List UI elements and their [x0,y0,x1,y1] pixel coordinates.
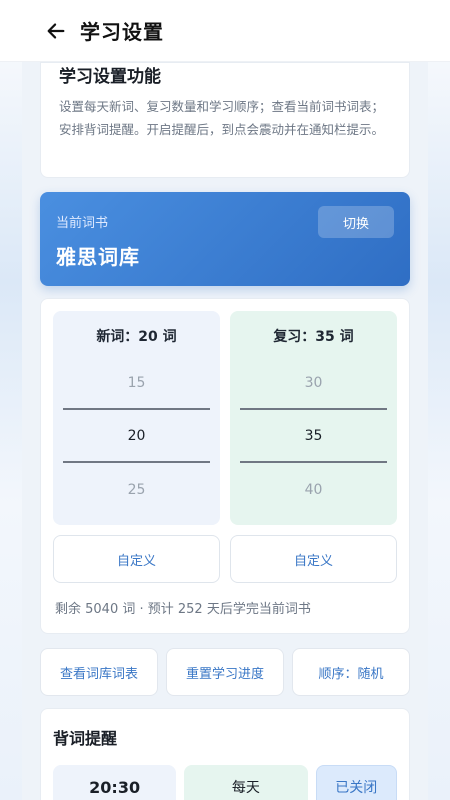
back-button[interactable] [34,9,78,53]
new-words-title: 新词：20 词 [96,329,177,345]
review-words-option-below[interactable]: 40 [230,482,397,498]
study-plan-card: 新词：20 词 15 20 25 复习：35 词 30 35 40 自定义 自定… [40,298,410,634]
picker-divider [240,408,387,410]
background-left-strip [0,60,22,800]
page-title: 学习设置 [80,20,164,44]
review-words-title: 复习：35 词 [273,329,354,345]
review-words-selected[interactable]: 35 [230,428,397,444]
picker-divider [240,461,387,463]
new-words-option-above[interactable]: 15 [53,375,220,391]
reminder-toggle-button[interactable]: 已关闭 [315,765,398,800]
action-buttons-row: 查看词库词表 重置学习进度 顺序：随机 [40,648,410,696]
arrow-left-icon [47,22,65,39]
reminder-title: 背词提醒 [53,729,118,748]
custom-review-words-button[interactable]: 自定义 [230,535,397,583]
reminder-time-button[interactable]: 20:30 [53,765,177,800]
reminder-frequency-button[interactable]: 每天 [184,765,308,800]
background-right-strip [428,60,450,800]
reset-progress-button[interactable]: 重置学习进度 [166,648,284,696]
intro-description: 设置每天新词、复习数量和学习顺序；查看当前词书词表；安排背词提醒。开启提醒后，到… [59,99,385,137]
new-words-picker[interactable]: 新词：20 词 15 20 25 [53,311,220,525]
review-words-picker[interactable]: 复习：35 词 30 35 40 [230,311,397,525]
view-word-list-button[interactable]: 查看词库词表 [40,648,158,696]
reminder-card: 背词提醒 20:30 每天 已关闭 [40,708,410,800]
custom-new-words-button[interactable]: 自定义 [53,535,220,583]
picker-divider [63,461,210,463]
app-bar: 学习设置 [0,0,450,62]
current-book-card: 当前词书 雅思词库 切换 [40,192,410,286]
study-order-button[interactable]: 顺序：随机 [292,648,410,696]
intro-card: 学习设置功能 设置每天新词、复习数量和学习顺序；查看当前词书词表；安排背词提醒。… [40,62,410,178]
new-words-selected[interactable]: 20 [53,428,220,444]
intro-title: 学习设置功能 [59,67,161,87]
switch-book-button[interactable]: 切换 [318,206,394,238]
current-book-name: 雅思词库 [56,245,140,269]
settings-content: 学习设置功能 设置每天新词、复习数量和学习顺序；查看当前词书词表；安排背词提醒。… [40,62,410,800]
picker-divider [63,408,210,410]
remaining-words-text: 剩余 5040 词 · 预计 252 天后学完当前词书 [55,602,311,617]
new-words-option-below[interactable]: 25 [53,482,220,498]
review-words-option-above[interactable]: 30 [230,375,397,391]
